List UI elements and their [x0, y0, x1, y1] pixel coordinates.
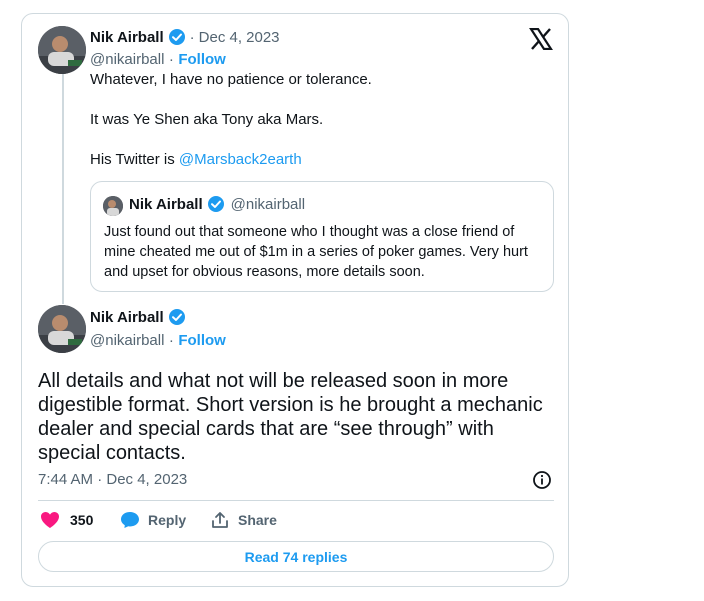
- follow-button[interactable]: Follow: [178, 51, 226, 68]
- author-handle[interactable]: @nikairball: [90, 332, 164, 349]
- share-label: Share: [238, 512, 277, 528]
- tweet-embed-card: Nik Airball · Dec 4, 2023 @nikairball · …: [21, 13, 569, 587]
- info-icon[interactable]: [532, 470, 552, 490]
- main-tweet-text: All details and what not will be release…: [38, 370, 543, 464]
- reply-icon: [121, 512, 139, 528]
- avatar: [103, 196, 123, 216]
- main-tweet-handle-row: @nikairball · Follow: [90, 332, 226, 350]
- avatar[interactable]: [38, 26, 86, 74]
- author-handle[interactable]: @nikairball: [90, 51, 164, 68]
- divider: [38, 500, 554, 501]
- read-replies-label: Read 74 replies: [244, 548, 348, 565]
- share-action[interactable]: Share: [210, 511, 277, 529]
- author-name[interactable]: Nik Airball: [90, 29, 164, 46]
- verified-badge-icon: [207, 196, 224, 212]
- tweet-line: His Twitter is @Marsback2earth: [90, 150, 550, 170]
- author-name[interactable]: Nik Airball: [90, 309, 164, 326]
- quoted-tweet[interactable]: Nik Airball @nikairball Just found out t…: [90, 181, 554, 292]
- follow-button[interactable]: Follow: [178, 332, 226, 349]
- tweet-date[interactable]: Dec 4, 2023: [199, 29, 280, 46]
- share-icon: [212, 512, 228, 528]
- like-action[interactable]: 350: [40, 511, 93, 529]
- first-tweet-header: Nik Airball · Dec 4, 2023: [90, 28, 280, 46]
- verified-badge-icon: [168, 29, 185, 45]
- main-tweet-header: Nik Airball: [90, 308, 186, 326]
- tweet-line-prefix: His Twitter is: [90, 151, 179, 168]
- quoted-author-handle: @nikairball: [230, 195, 306, 213]
- heart-icon: [41, 512, 59, 528]
- read-replies-button[interactable]: Read 74 replies: [38, 541, 554, 572]
- x-logo-icon[interactable]: [529, 28, 553, 50]
- first-tweet-handle-row: @nikairball · Follow: [90, 51, 226, 69]
- reply-label: Reply: [148, 512, 187, 528]
- mention-link[interactable]: @Marsback2earth: [179, 151, 302, 168]
- avatar[interactable]: [38, 305, 86, 353]
- reply-action[interactable]: Reply: [120, 511, 186, 529]
- date-separator: ·: [189, 28, 195, 46]
- follow-separator: ·: [168, 51, 174, 68]
- tweet-timestamp[interactable]: 7:44 AM · Dec 4, 2023: [38, 471, 187, 488]
- quoted-tweet-header: Nik Airball @nikairball: [129, 195, 305, 213]
- tweet-line: Whatever, I have no patience or toleranc…: [90, 71, 372, 88]
- quoted-author-name: Nik Airball: [129, 195, 203, 213]
- tweet-line: It was Ye Shen aka Tony aka Mars.: [90, 111, 324, 128]
- first-tweet-text: Whatever, I have no patience or toleranc…: [90, 70, 550, 170]
- like-count: 350: [70, 512, 94, 528]
- quoted-tweet-text: Just found out that someone who I though…: [104, 224, 528, 280]
- follow-separator: ·: [168, 332, 174, 349]
- verified-badge-icon: [168, 309, 185, 325]
- thread-line: [62, 74, 64, 304]
